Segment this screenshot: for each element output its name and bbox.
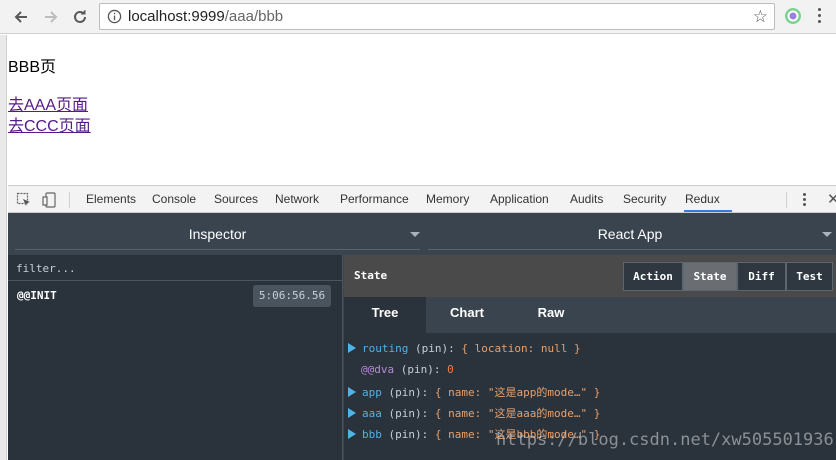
view-tabs: Tree Chart Raw bbox=[344, 297, 836, 333]
state-header: State Action State Diff Test bbox=[344, 255, 836, 297]
monitor-select[interactable]: Inspector bbox=[15, 219, 420, 250]
redux-extension-icon[interactable] bbox=[784, 7, 802, 25]
watermark: https://blog.csdn.net/xw505501936 bbox=[496, 430, 834, 450]
action-item[interactable]: @@INIT 5:06:56.56 bbox=[8, 283, 343, 309]
tab-console[interactable]: Console bbox=[152, 192, 196, 206]
tab-security[interactable]: Security bbox=[623, 192, 666, 206]
chevron-down-icon bbox=[410, 232, 420, 237]
address-bar[interactable]: localhost:9999/aaa/bbb ☆ bbox=[99, 3, 775, 30]
filter-input[interactable] bbox=[16, 259, 316, 277]
inspect-element-icon[interactable] bbox=[16, 192, 32, 208]
action-button[interactable]: Action bbox=[623, 262, 683, 291]
tab-elements[interactable]: Elements bbox=[86, 192, 136, 206]
diff-button[interactable]: Diff bbox=[737, 262, 786, 291]
tab-raw[interactable]: Raw bbox=[510, 297, 592, 333]
state-title: State bbox=[354, 269, 388, 282]
link-ccc[interactable]: 去CCC页面 bbox=[8, 112, 91, 136]
expand-arrow-icon[interactable] bbox=[348, 408, 356, 418]
tree-node-aaa[interactable]: aaa (pin): { name: "这是aaa的mode…" } bbox=[348, 405, 600, 423]
filter-bar bbox=[8, 255, 343, 281]
test-button[interactable]: Test bbox=[786, 262, 833, 291]
tab-memory[interactable]: Memory bbox=[426, 192, 469, 206]
reload-icon[interactable] bbox=[69, 6, 91, 28]
url-text: localhost:9999/aaa/bbb bbox=[128, 8, 284, 25]
tree-node-dva[interactable]: @@dva (pin): 0 bbox=[361, 363, 454, 381]
action-name: @@INIT bbox=[17, 289, 57, 302]
left-window-edge bbox=[0, 35, 7, 460]
expand-arrow-icon[interactable] bbox=[348, 429, 356, 439]
tab-performance[interactable]: Performance bbox=[340, 192, 409, 206]
tab-network[interactable]: Network bbox=[275, 192, 319, 206]
close-devtools-icon[interactable]: ✕ bbox=[827, 190, 836, 208]
active-tab-indicator bbox=[684, 210, 732, 212]
tree-node-app[interactable]: app (pin): { name: "这是app的mode…" } bbox=[348, 384, 600, 402]
page-content: BBB页 去AAA页面 去CCC页面 bbox=[0, 35, 836, 185]
tab-sources[interactable]: Sources bbox=[214, 192, 258, 206]
devtools-menu-icon[interactable] bbox=[803, 193, 807, 207]
state-button[interactable]: State bbox=[683, 262, 737, 291]
action-list: @@INIT 5:06:56.56 bbox=[8, 255, 343, 460]
tab-tree[interactable]: Tree bbox=[344, 297, 426, 333]
browser-toolbar: localhost:9999/aaa/bbb ☆ bbox=[0, 0, 836, 34]
device-toolbar-icon[interactable] bbox=[42, 192, 58, 208]
app-select-value: React App bbox=[597, 226, 663, 242]
browser-menu-icon[interactable] bbox=[816, 8, 822, 26]
tab-application[interactable]: Application bbox=[490, 192, 549, 206]
monitor-select-value: Inspector bbox=[188, 226, 247, 242]
redux-devtools-panel: Inspector React App @@INIT 5:06:56.56 St… bbox=[8, 213, 836, 460]
info-icon[interactable] bbox=[107, 9, 122, 24]
back-icon[interactable] bbox=[10, 6, 32, 28]
expand-arrow-icon[interactable] bbox=[348, 387, 356, 397]
tree-node-routing[interactable]: routing (pin): { location: null } bbox=[348, 342, 581, 360]
devtools-tab-bar: Elements Console Sources Network Perform… bbox=[8, 185, 836, 213]
toolbar-divider bbox=[786, 192, 787, 208]
page-title: BBB页 bbox=[8, 59, 57, 76]
bookmark-star-icon[interactable]: ☆ bbox=[753, 8, 768, 25]
tab-redux[interactable]: Redux bbox=[685, 192, 720, 206]
tab-chart[interactable]: Chart bbox=[426, 297, 508, 333]
tab-audits[interactable]: Audits bbox=[570, 192, 603, 206]
action-time: 5:06:56.56 bbox=[253, 285, 331, 307]
forward-icon[interactable] bbox=[40, 6, 62, 28]
expand-arrow-icon[interactable] bbox=[348, 343, 356, 353]
app-select[interactable]: React App bbox=[428, 219, 832, 250]
chevron-down-icon bbox=[822, 232, 832, 237]
toolbar-divider bbox=[69, 192, 70, 208]
